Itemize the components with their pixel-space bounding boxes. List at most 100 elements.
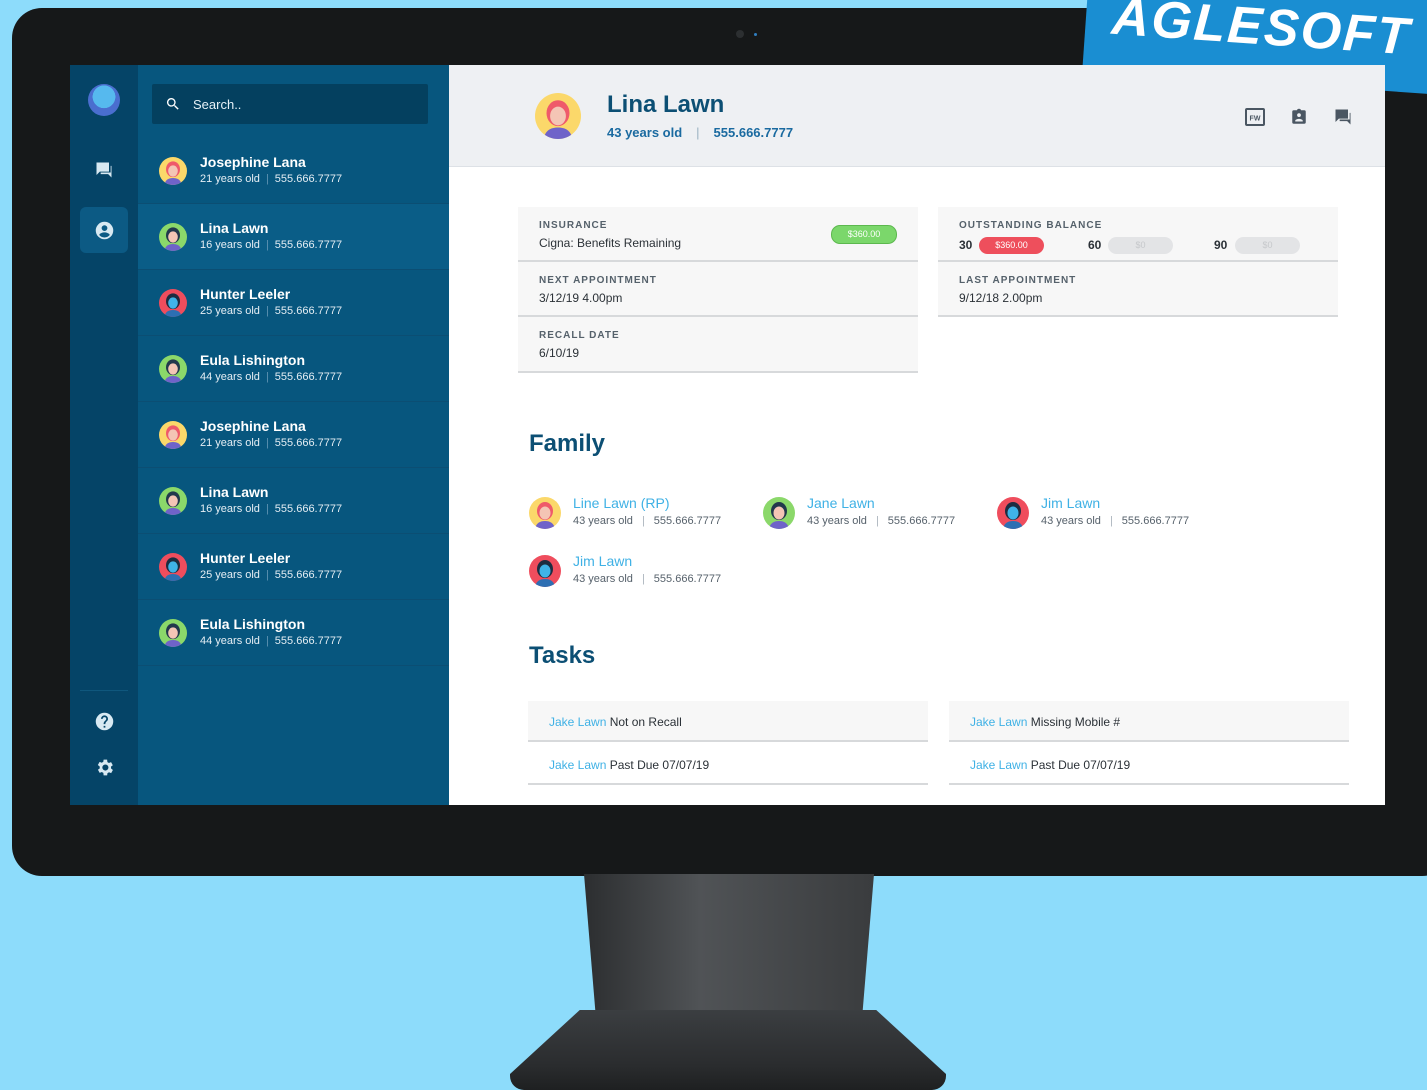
patient-age: 21 years old — [200, 437, 260, 449]
family-member-meta: 43 years old | 555.666.7777 — [1041, 515, 1189, 527]
patient-info: Lina Lawn 16 years old | 555.666.7777 — [200, 484, 342, 517]
user-avatar[interactable] — [88, 84, 120, 116]
fw-icon: FW — [1245, 108, 1265, 126]
patient-phone: 555.666.7777 — [713, 125, 794, 140]
patient-age: 44 years old — [200, 635, 260, 647]
family-member-name[interactable]: Jane Lawn — [807, 495, 875, 511]
settings-button[interactable] — [80, 744, 128, 790]
patient-meta: 44 years old | 555.666.7777 — [200, 633, 342, 649]
patient-meta: 25 years old | 555.666.7777 — [200, 567, 342, 583]
patient-phone: 555.666.7777 — [274, 569, 343, 581]
task-description: Past Due 07/07/19 — [609, 758, 710, 772]
patient-age: 25 years old — [200, 305, 260, 317]
task-patient-link[interactable]: Jake Lawn — [549, 758, 606, 772]
family-member-age: 43 years old — [573, 515, 633, 527]
chat-button[interactable] — [1331, 105, 1355, 129]
family-member[interactable]: Jim Lawn 43 years old | 555.666.7777 — [997, 495, 1207, 535]
patient-phone: 555.666.7777 — [274, 503, 343, 515]
patient-avatar — [159, 553, 187, 581]
fw-button[interactable]: FW — [1243, 105, 1267, 129]
separator: | — [265, 305, 269, 317]
family-member-name[interactable]: Jim Lawn — [1041, 495, 1100, 511]
patient-info: Josephine Lana 21 years old | 555.666.7777 — [200, 418, 342, 451]
patient-phone: 555.666.7777 — [274, 305, 343, 317]
patient-info: Hunter Leeler 25 years old | 555.666.7777 — [200, 286, 342, 319]
patient-phone: 555.666.7777 — [274, 173, 343, 185]
patient-name: Hunter Leeler — [200, 286, 291, 302]
patient-phone: 555.666.7777 — [274, 437, 343, 449]
insurance-card: INSURANCE Cigna: Benefits Remaining $360… — [518, 207, 918, 262]
patient-age: 16 years old — [200, 239, 260, 251]
family-member-name[interactable]: Line Lawn (RP) — [573, 495, 670, 511]
task-description: Not on Recall — [609, 715, 682, 729]
next-appointment-value: 3/12/19 4.00pm — [539, 291, 623, 305]
family-member-name[interactable]: Jim Lawn — [573, 553, 632, 569]
patient-avatar — [159, 223, 187, 251]
family-member-age: 43 years old — [807, 515, 867, 527]
separator: | — [265, 503, 269, 515]
separator: | — [265, 569, 269, 581]
patient-meta: 44 years old | 555.666.7777 — [200, 369, 342, 385]
patient-info: Eula Lishington 44 years old | 555.666.7777 — [200, 616, 342, 649]
icon-rail — [70, 65, 138, 805]
task-patient-link[interactable]: Jake Lawn — [970, 715, 1027, 729]
task-patient-link[interactable]: Jake Lawn — [549, 715, 606, 729]
family-title: Family — [529, 430, 606, 457]
patient-avatar — [535, 93, 581, 139]
patient-phone: 555.666.7777 — [274, 635, 343, 647]
task-item[interactable]: Jake Lawn Past Due 07/07/19 — [949, 744, 1349, 785]
family-member-age: 43 years old — [573, 573, 633, 585]
search-input[interactable] — [191, 95, 415, 113]
patient-header: Lina Lawn 43 years old | 555.666.7777 FW — [449, 65, 1385, 167]
next-appointment-card: NEXT APPOINTMENT 3/12/19 4.00pm — [518, 262, 918, 317]
patient-list-item[interactable]: Hunter Leeler 25 years old | 555.666.7777 — [138, 534, 449, 600]
family-member[interactable]: Jane Lawn 43 years old | 555.666.7777 — [763, 495, 973, 535]
patient-list-item[interactable]: Eula Lishington 44 years old | 555.666.7777 — [138, 336, 449, 402]
task-item[interactable]: Jake Lawn Past Due 07/07/19 — [528, 744, 928, 785]
task-item[interactable]: Jake Lawn Not on Recall — [528, 701, 928, 742]
family-member-phone: 555.666.7777 — [887, 515, 956, 527]
patient-detail: Lina Lawn 43 years old | 555.666.7777 FW I… — [449, 65, 1385, 805]
task-item[interactable]: Jake Lawn Missing Mobile # — [949, 701, 1349, 742]
patients-nav-button[interactable] — [80, 207, 128, 253]
patient-list-item[interactable]: Josephine Lana 21 years old | 555.666.7777 — [138, 138, 449, 204]
patient-list-item[interactable]: Lina Lawn 16 years old | 555.666.7777 — [138, 204, 449, 270]
patient-panel: Josephine Lana21 years old|555.666.7777L… — [138, 65, 449, 805]
patient-info: Eula Lishington 44 years old | 555.666.7777 — [200, 352, 342, 385]
insurance-amount-badge: $360.00 — [831, 225, 897, 244]
search-box[interactable] — [152, 84, 428, 124]
task-patient-link[interactable]: Jake Lawn — [970, 758, 1027, 772]
family-member-meta: 43 years old | 555.666.7777 — [573, 515, 721, 527]
task-description: Past Due 07/07/19 — [1030, 758, 1131, 772]
messages-nav-button[interactable] — [80, 147, 128, 193]
bucket-60-label: 60 — [1088, 238, 1102, 252]
user-icon — [95, 221, 113, 239]
family-member[interactable]: Line Lawn (RP) 43 years old | 555.666.7777 — [529, 495, 739, 535]
contact-card-button[interactable] — [1287, 105, 1311, 129]
patient-name: Josephine Lana — [200, 418, 306, 434]
family-member[interactable]: Jim Lawn 43 years old | 555.666.7777 — [529, 553, 739, 593]
patient-list-item[interactable]: Hunter Leeler 25 years old | 555.666.7777 — [138, 270, 449, 336]
patient-name: Lina Lawn — [607, 91, 725, 118]
recall-date-card: RECALL DATE 6/10/19 — [518, 317, 918, 373]
patient-info: Hunter Leeler 25 years old | 555.666.7777 — [200, 550, 342, 583]
patient-name: Eula Lishington — [200, 616, 305, 632]
patient-avatar — [159, 355, 187, 383]
recall-value: 6/10/19 — [539, 346, 580, 360]
patient-name: Josephine Lana — [200, 154, 306, 170]
patient-list-item[interactable]: Eula Lishington 44 years old | 555.666.7777 — [138, 600, 449, 666]
help-button[interactable] — [80, 698, 128, 744]
separator: | — [641, 573, 645, 585]
patient-age: 25 years old — [200, 569, 260, 581]
patient-list-item[interactable]: Lina Lawn 16 years old | 555.666.7777 — [138, 468, 449, 534]
family-member-meta: 43 years old | 555.666.7777 — [573, 573, 721, 585]
task-description: Missing Mobile # — [1030, 715, 1121, 729]
patient-meta: 16 years old | 555.666.7777 — [200, 501, 342, 517]
family-member-phone: 555.666.7777 — [653, 573, 722, 585]
patient-avatar — [159, 289, 187, 317]
task-text: Jake Lawn Past Due 07/07/19 — [549, 758, 709, 772]
patient-name: Hunter Leeler — [200, 550, 291, 566]
patient-meta: 16 years old | 555.666.7777 — [200, 237, 342, 253]
patient-list-item[interactable]: Josephine Lana 21 years old | 555.666.7777 — [138, 402, 449, 468]
patient-info: Lina Lawn 16 years old | 555.666.7777 — [200, 220, 342, 253]
